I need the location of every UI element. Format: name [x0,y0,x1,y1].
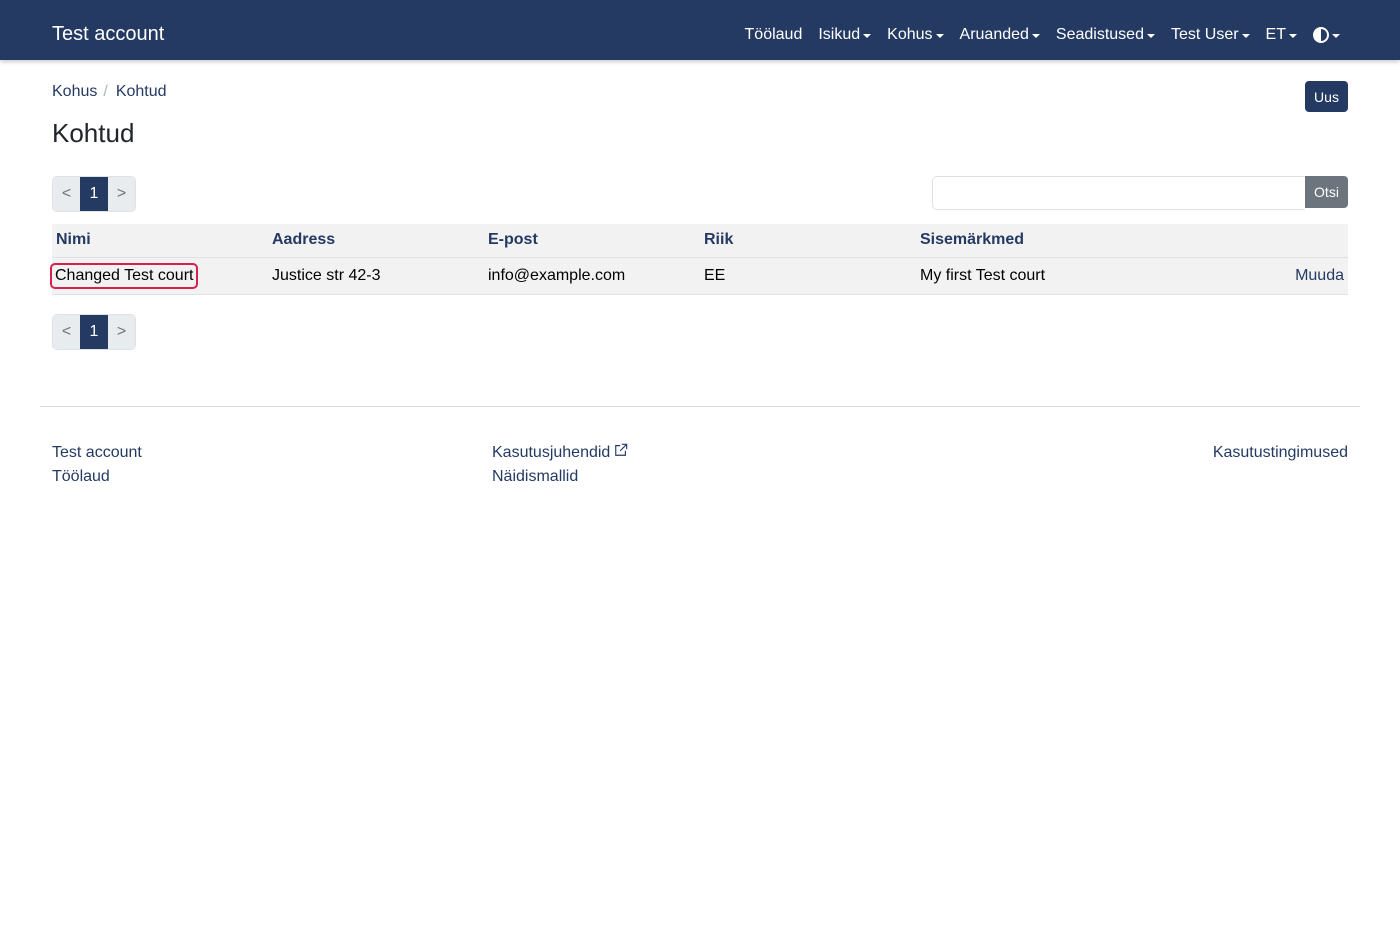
table-row: Changed Test court Justice str 42-3 info… [50,257,1348,295]
nav-item-theme-toggle[interactable] [1313,27,1340,43]
court-name-highlighted[interactable]: Changed Test court [50,262,199,289]
nav-item-label: Test User [1170,26,1239,43]
main-nav: Töölaud Isikud Kohus Aruanded Seadistuse… [745,24,1340,46]
cell-email: info@example.com [484,257,700,295]
pagination-top: < 1 > [52,176,136,212]
courts-table: Nimi Aadress E-post Riik Sisemärkmed Cha… [50,224,1348,295]
caret-down-icon [1332,34,1340,38]
cell-address: Justice str 42-3 [268,257,484,295]
breadcrumb-item-kohus[interactable]: Kohus [52,83,97,101]
half-circle-icon [1313,27,1329,43]
cell-notes: My first Test court [916,257,1132,295]
breadcrumb: Kohus / Kohtud [52,83,167,101]
nav-item-seadistused[interactable]: Seadistused [1056,26,1155,44]
nav-item-label: ET [1265,26,1286,43]
new-button[interactable]: Uus [1305,81,1348,112]
footer-link-terms[interactable]: Kasutustingimused [1213,441,1348,465]
pagination-next-button[interactable]: > [108,177,135,211]
nav-item-isikud[interactable]: Isikud [818,26,872,44]
footer-link-manuals[interactable]: Kasutusjuhendid [492,441,628,465]
cell-country: EE [700,257,916,295]
footer-link-templates[interactable]: Näidismallid [492,465,628,489]
footer-column-3: Kasutustingimused [1213,441,1348,465]
pagination-prev-button[interactable]: < [53,315,80,349]
column-header-notes[interactable]: Sisemärkmed [916,224,1132,258]
caret-down-icon [1146,34,1155,38]
nav-item-label: Isikud [818,26,861,43]
nav-item-aruanded[interactable]: Aruanded [960,26,1040,44]
footer-link-dashboard[interactable]: Töölaud [52,465,142,489]
top-navbar: Test account Töölaud Isikud Kohus Aruand… [0,0,1400,60]
nav-item-toolaud[interactable]: Töölaud [745,26,803,44]
pagination-page-button[interactable]: 1 [80,177,108,211]
search-input[interactable] [932,176,1305,210]
brand-link[interactable]: Test account [52,22,164,46]
pagination-prev-button[interactable]: < [53,177,80,211]
table-header-row: Nimi Aadress E-post Riik Sisemärkmed [52,224,1348,258]
caret-down-icon [935,34,944,38]
caret-down-icon [1241,34,1250,38]
nav-item-label: Kohus [887,26,933,43]
pagination-next-button[interactable]: > [108,315,135,349]
page-title: Kohtud [52,118,135,148]
external-link-icon [615,443,628,456]
footer-divider [40,406,1360,407]
column-header-country[interactable]: Riik [700,224,916,258]
breadcrumb-separator: / [103,83,108,100]
column-header-email[interactable]: E-post [484,224,700,258]
cell-actions: Muuda [1132,257,1348,295]
column-header-actions [1132,224,1348,258]
search-form: Otsi [932,176,1348,210]
caret-down-icon [1289,34,1297,38]
nav-item-language[interactable]: ET [1266,26,1297,44]
nav-item-label: Aruanded [959,26,1029,43]
nav-item-user-menu[interactable]: Test User [1171,26,1250,44]
nav-item-label: Töölaud [744,26,803,43]
caret-down-icon [863,34,872,38]
cell-name: Changed Test court [50,257,268,295]
footer-column-1: Test account Töölaud [52,441,142,489]
pagination-bottom: < 1 > [52,314,136,350]
search-button[interactable]: Otsi [1305,176,1348,208]
column-header-address[interactable]: Aadress [268,224,484,258]
footer-link-label: Kasutusjuhendid [492,444,611,461]
breadcrumb-item-kohtud[interactable]: Kohtud [116,83,167,101]
footer-link-account[interactable]: Test account [52,441,142,465]
pagination-page-button[interactable]: 1 [80,315,108,349]
nav-item-kohus[interactable]: Kohus [887,26,944,44]
nav-item-label: Seadistused [1055,26,1144,43]
edit-link[interactable]: Muuda [1295,267,1344,285]
footer-column-2: Kasutusjuhendid Näidismallid [492,441,628,489]
column-header-name[interactable]: Nimi [52,224,268,258]
caret-down-icon [1031,34,1040,38]
